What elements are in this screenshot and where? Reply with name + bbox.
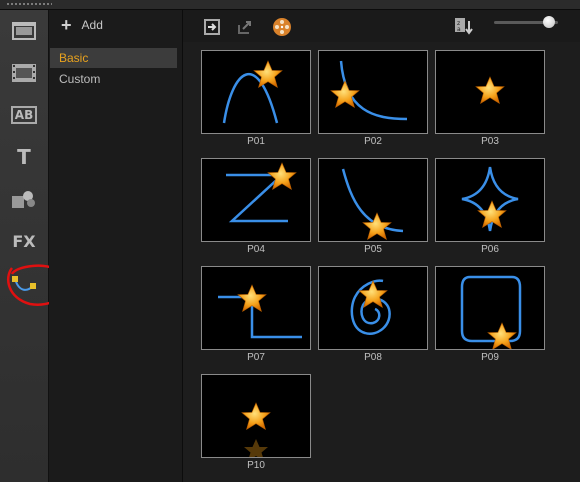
fx-icon[interactable]: FX [10, 228, 38, 254]
ab-label: AB [10, 106, 38, 124]
export-icon[interactable] [234, 16, 256, 38]
svg-text:a: a [457, 26, 461, 33]
thumbnail-label: P09 [481, 352, 499, 363]
import-icon[interactable] [201, 16, 223, 38]
path-preview[interactable] [435, 158, 545, 242]
t-label: T [17, 145, 31, 169]
thumbnail-p06[interactable]: P06 [435, 158, 545, 257]
library-icon-bar: AB T FX [0, 10, 49, 482]
add-category-button[interactable]: + Add [61, 16, 103, 34]
path-preview[interactable] [435, 266, 545, 350]
path-preview[interactable] [318, 266, 428, 350]
path-preview[interactable] [201, 266, 311, 350]
fx-label: FX [12, 231, 36, 251]
thumbnail-p04[interactable]: P04 [201, 158, 311, 257]
category-custom[interactable]: Custom [50, 69, 177, 89]
title-ab-icon[interactable]: AB [10, 102, 38, 128]
path-preview[interactable] [201, 158, 311, 242]
path-preview[interactable] [318, 50, 428, 134]
thumbnail-label: P07 [247, 352, 265, 363]
text-icon[interactable]: T [10, 144, 38, 170]
path-preview[interactable] [318, 158, 428, 242]
filmstrip-icon[interactable] [10, 60, 38, 86]
path-preview[interactable] [201, 50, 311, 134]
thumbnail-label: P05 [364, 244, 382, 255]
thumbnail-label: P04 [247, 244, 265, 255]
thumbnail-p01[interactable]: P01 [201, 50, 311, 149]
thumbnail-p03[interactable]: P03 [435, 50, 545, 149]
thumbnail-label: P03 [481, 136, 499, 147]
thumbnail-label: P02 [364, 136, 382, 147]
thumbnail-label: P06 [481, 244, 499, 255]
thumbnail-p10[interactable]: P10 [201, 374, 311, 473]
add-label: Add [81, 18, 103, 32]
graphics-icon[interactable] [10, 186, 38, 212]
path-preview[interactable] [435, 50, 545, 134]
film-reel-icon[interactable] [271, 16, 293, 38]
top-strip [0, 0, 580, 10]
library-toolbar: za [183, 10, 580, 42]
slider-knob[interactable] [543, 16, 555, 28]
path-preview[interactable] [201, 374, 311, 458]
path-library-grid: P01 P02 P03 P04 P05 P06 P07 P08 P09 P10 [183, 42, 580, 482]
path-motion-icon[interactable] [10, 272, 38, 298]
thumbnail-p02[interactable]: P02 [318, 50, 428, 149]
thumbnail-p05[interactable]: P05 [318, 158, 428, 257]
thumbnail-label: P08 [364, 352, 382, 363]
thumbnail-label: P01 [247, 136, 265, 147]
sort-icon[interactable]: za [453, 16, 475, 38]
category-panel: + Add Basic Custom [49, 10, 183, 482]
drag-grip[interactable] [6, 2, 52, 6]
plus-icon: + [61, 15, 72, 35]
category-basic[interactable]: Basic [50, 48, 177, 68]
media-icon[interactable] [10, 18, 38, 44]
thumbnail-p09[interactable]: P09 [435, 266, 545, 365]
thumbnail-p08[interactable]: P08 [318, 266, 428, 365]
thumbnail-label: P10 [247, 460, 265, 471]
thumbnail-p07[interactable]: P07 [201, 266, 311, 365]
